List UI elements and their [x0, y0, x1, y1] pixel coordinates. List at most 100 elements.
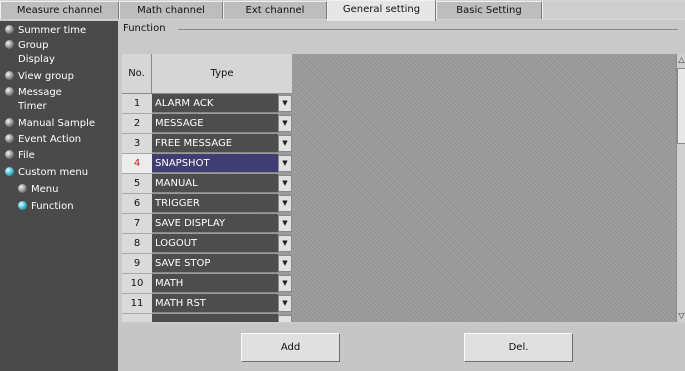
sidebar: Summer time Group Display View group Mes…	[0, 21, 118, 371]
tab-general-setting[interactable]: General setting	[327, 0, 436, 21]
type-select[interactable]: SAVE STOP	[152, 254, 278, 273]
row-number: 11	[122, 294, 152, 314]
button-bar: Add Del.	[118, 324, 685, 371]
table-row: 7 SAVE DISPLAY ▼	[122, 214, 292, 234]
sidebar-item-group[interactable]: Group	[5, 39, 48, 53]
sidebar-item-label: Group	[18, 40, 49, 51]
sidebar-item-label: Custom menu	[18, 167, 89, 178]
chevron-down-icon[interactable]: ▼	[278, 175, 292, 192]
chevron-down-icon[interactable]: ▼	[278, 155, 292, 172]
tab-basic-setting[interactable]: Basic Setting	[436, 1, 542, 19]
tab-bar-filler	[542, 1, 685, 19]
type-select[interactable]: LOGOUT	[152, 234, 278, 253]
type-select[interactable]: ALARM ACK	[152, 94, 278, 113]
sidebar-item-label: Event Action	[18, 134, 82, 145]
radio-bullet-icon	[18, 183, 27, 193]
chevron-down-icon[interactable]: ▼	[278, 295, 292, 312]
add-button[interactable]: Add	[241, 333, 340, 362]
function-table: No. Type 1 ALARM ACK ▼ 2 MESSAGE ▼ 3 FRE…	[122, 54, 676, 322]
table-row: 5 MANUAL ▼	[122, 174, 292, 194]
type-select[interactable]: MATH RST	[152, 294, 278, 313]
type-select[interactable]: SNAPSHOT	[152, 154, 278, 173]
vertical-scrollbar[interactable]: △ ▽	[676, 54, 685, 322]
type-select[interactable]	[152, 314, 278, 322]
type-select[interactable]: FREE MESSAGE	[152, 134, 278, 153]
scrollbar-thumb[interactable]	[677, 68, 685, 144]
section-label: Function	[123, 23, 166, 34]
delete-button[interactable]: Del.	[464, 333, 573, 362]
chevron-down-icon[interactable]: ▼	[278, 95, 292, 112]
tab-math-channel[interactable]: Math channel	[119, 1, 223, 19]
row-number	[122, 314, 152, 322]
chevron-down-icon[interactable]: ▼	[278, 135, 292, 152]
type-select[interactable]: MATH	[152, 274, 278, 293]
radio-bullet-icon	[5, 39, 14, 49]
type-select[interactable]: SAVE DISPLAY	[152, 214, 278, 233]
sidebar-item-event-action[interactable]: Event Action	[5, 133, 81, 147]
sidebar-item-timer[interactable]: Timer	[18, 100, 47, 114]
table-row: 6 TRIGGER ▼	[122, 194, 292, 214]
sidebar-item-file[interactable]: File	[5, 149, 35, 163]
chevron-down-icon[interactable]: ▼	[278, 255, 292, 272]
row-number: 2	[122, 114, 152, 134]
tab-measure-channel[interactable]: Measure channel	[0, 1, 119, 19]
radio-bullet-icon	[5, 24, 14, 34]
sidebar-item-view-group[interactable]: View group	[5, 70, 74, 84]
sidebar-item-label: File	[18, 150, 35, 161]
sidebar-item-label: Manual Sample	[18, 118, 96, 129]
tab-ext-channel[interactable]: Ext channel	[223, 1, 327, 19]
chevron-down-icon[interactable]: ▼	[278, 115, 292, 132]
row-number: 1	[122, 94, 152, 114]
row-number: 5	[122, 174, 152, 194]
table-row: 1 ALARM ACK ▼	[122, 94, 292, 114]
triangle-up-icon[interactable]: △	[677, 54, 685, 66]
radio-bullet-icon	[5, 149, 14, 159]
sidebar-item-summer-time[interactable]: Summer time	[5, 24, 86, 38]
type-select[interactable]: MANUAL	[152, 174, 278, 193]
content-panel: Function No. Type 1 ALARM ACK ▼ 2 MESSAG…	[118, 21, 685, 371]
type-select[interactable]: MESSAGE	[152, 114, 278, 133]
column-header-type: Type	[152, 54, 292, 94]
sidebar-item-label: Timer	[18, 101, 47, 112]
sidebar-item-function[interactable]: Function	[18, 200, 74, 214]
sidebar-item-message[interactable]: Message	[5, 86, 62, 100]
sidebar-item-menu[interactable]: Menu	[18, 183, 58, 197]
sidebar-item-display[interactable]: Display	[18, 53, 55, 67]
row-number: 4	[122, 154, 152, 174]
radio-bullet-icon	[5, 70, 14, 80]
row-number: 6	[122, 194, 152, 214]
sidebar-item-label: Function	[31, 201, 74, 212]
table-row: 10 MATH ▼	[122, 274, 292, 294]
triangle-down-icon[interactable]: ▽	[677, 310, 685, 322]
sidebar-item-manual-sample[interactable]: Manual Sample	[5, 117, 95, 131]
radio-bullet-icon	[18, 200, 27, 210]
row-number: 3	[122, 134, 152, 154]
type-select[interactable]: TRIGGER	[152, 194, 278, 213]
column-header-no: No.	[122, 54, 152, 94]
sidebar-item-label: Display	[18, 54, 55, 65]
row-number: 8	[122, 234, 152, 254]
chevron-down-icon[interactable]	[278, 315, 292, 322]
table-row: 2 MESSAGE ▼	[122, 114, 292, 134]
radio-bullet-icon	[5, 117, 14, 127]
radio-bullet-icon	[5, 133, 14, 143]
tab-bar: Measure channel Math channel Ext channel…	[0, 0, 685, 21]
sidebar-item-label: View group	[18, 71, 74, 82]
row-number: 10	[122, 274, 152, 294]
chevron-down-icon[interactable]: ▼	[278, 195, 292, 212]
table-row: 3 FREE MESSAGE ▼	[122, 134, 292, 154]
radio-bullet-icon	[5, 166, 14, 176]
chevron-down-icon[interactable]: ▼	[278, 215, 292, 232]
table-row: 8 LOGOUT ▼	[122, 234, 292, 254]
sidebar-item-label: Summer time	[18, 25, 87, 36]
table-row: 11 MATH RST ▼	[122, 294, 292, 314]
table-row	[122, 314, 292, 322]
section-divider	[178, 29, 678, 30]
row-number: 9	[122, 254, 152, 274]
radio-bullet-icon	[5, 86, 14, 96]
chevron-down-icon[interactable]: ▼	[278, 275, 292, 292]
sidebar-item-custom-menu[interactable]: Custom menu	[5, 166, 88, 180]
row-number: 7	[122, 214, 152, 234]
sidebar-item-label: Menu	[31, 184, 59, 195]
chevron-down-icon[interactable]: ▼	[278, 235, 292, 252]
